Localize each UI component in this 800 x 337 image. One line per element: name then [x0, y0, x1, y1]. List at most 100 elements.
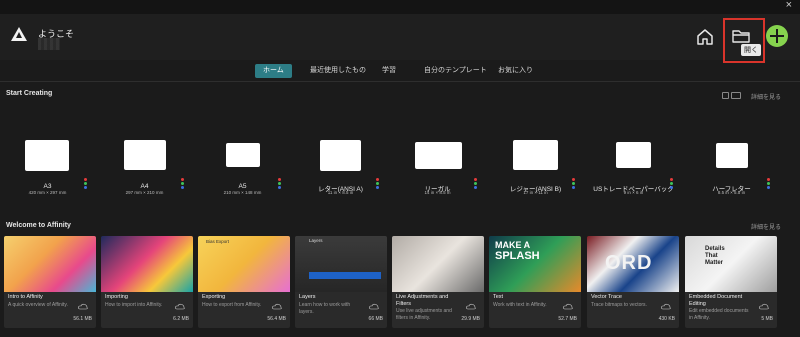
card-title: Exporting	[202, 294, 226, 300]
tutorial-card[interactable]: ORD Vector Trace Trace bitmaps to vector…	[587, 236, 679, 328]
tab-home[interactable]: ホーム	[255, 64, 292, 78]
color-dots-icon	[376, 178, 379, 190]
thumb-headline: SPLASH	[495, 250, 540, 262]
card-title: Importing	[105, 294, 128, 300]
highlight-box	[723, 18, 765, 63]
card-thumbnail: MAKE A SPLASH	[489, 236, 581, 292]
card-size: 6.2 MB	[173, 316, 189, 322]
page-thumbnail	[124, 140, 166, 170]
close-icon[interactable]: ×	[786, 0, 792, 11]
page-thumbnail	[716, 143, 748, 168]
card-title: Intro to Affinity	[8, 294, 43, 300]
preset-dims: 8.5 in × 5.5 in	[717, 190, 746, 195]
card-title: Vector Trace	[591, 294, 622, 300]
card-size: 5 MB	[761, 316, 773, 322]
preset-us-trade-paperback[interactable]: USトレードペーパーバック 9 in × 6 in	[586, 140, 681, 200]
page-thumbnail	[25, 140, 69, 171]
tutorial-card[interactable]: Importing How to import into Affinity. 6…	[101, 236, 193, 328]
preset-dims: 14 in × 8.5 in	[424, 190, 451, 195]
layer-row	[309, 272, 381, 279]
page-thumbnail	[415, 142, 462, 169]
tutorial-card[interactable]: Layers Layers Learn how to work with lay…	[295, 236, 387, 328]
page-thumbnail	[513, 140, 558, 170]
card-thumbnail: Details That Matter	[685, 236, 777, 292]
tab-learn[interactable]: 学習	[374, 64, 404, 78]
preset-dims: 11 in × 8.5 in	[327, 190, 354, 195]
card-description: How to import into Affinity.	[105, 302, 163, 308]
color-dots-icon	[767, 178, 770, 190]
thumb-caption: Matter	[705, 260, 724, 266]
tutorial-card[interactable]: Intro to Affinity A quick overview of Af…	[4, 236, 96, 328]
see-more-start[interactable]: 詳細を見る	[751, 92, 781, 101]
export-panel-label: Bias Export	[206, 239, 230, 244]
page-thumbnail	[226, 143, 260, 167]
tab-recent[interactable]: 最近使用したもの	[302, 64, 374, 78]
page-thumbnail	[320, 140, 361, 171]
page-icon[interactable]	[722, 92, 729, 99]
card-thumbnail: ORD	[587, 236, 679, 292]
card-title: Embedded Document Editing	[689, 294, 743, 307]
clipboard-icon[interactable]	[731, 92, 741, 99]
preset-legal[interactable]: リーガル 14 in × 8.5 in	[390, 140, 485, 200]
affinity-logo-icon	[11, 27, 27, 41]
preset-a5[interactable]: A5 210 mm × 148 mm	[195, 140, 290, 200]
tutorial-card[interactable]: Bias Export Exporting How to export from…	[198, 236, 290, 328]
home-icon[interactable]	[695, 27, 715, 47]
cloud-download-icon[interactable]	[563, 303, 573, 311]
color-dots-icon	[181, 178, 184, 190]
card-title: Text	[493, 294, 504, 300]
preset-letter[interactable]: レター(ANSI A) 11 in × 8.5 in	[293, 140, 388, 200]
preset-dims: 420 mm × 297 mm	[28, 190, 67, 195]
color-dots-icon	[670, 178, 673, 190]
cloud-download-icon[interactable]	[369, 303, 379, 311]
preset-a4[interactable]: A4 297 mm × 210 mm	[97, 140, 192, 200]
cloud-download-icon[interactable]	[78, 303, 88, 311]
new-document-button[interactable]	[766, 25, 788, 47]
cloud-download-icon[interactable]	[175, 303, 185, 311]
tutorial-card[interactable]: MAKE A SPLASH Text Work with text in Aff…	[489, 236, 581, 328]
cloud-download-icon[interactable]	[661, 303, 671, 311]
page-thumbnail	[616, 142, 651, 168]
preset-dims: 297 mm × 210 mm	[125, 190, 164, 195]
card-thumbnail	[101, 236, 193, 292]
preset-dims: 17 in × 11 in	[523, 190, 548, 195]
preset-ledger[interactable]: レジャー(ANSI B) 17 in × 11 in	[488, 140, 583, 200]
card-thumbnail: Bias Export	[198, 236, 290, 292]
thumb-headline: MAKE A	[495, 240, 531, 250]
card-size: 430 KB	[658, 316, 675, 322]
card-description: Trace bitmaps to vectors.	[591, 302, 647, 308]
see-more-welcome[interactable]: 詳細を見る	[751, 222, 781, 231]
preset-name: A3	[43, 183, 52, 190]
card-size: 56.1 MB	[73, 316, 92, 322]
tutorial-card[interactable]: Details That Matter Embedded Document Ed…	[685, 236, 777, 328]
cloud-download-icon[interactable]	[466, 303, 476, 311]
card-description: Use live adjustments and filters in Affi…	[396, 308, 452, 321]
tutorial-card[interactable]: Live Adjustments and Filters Use live ad…	[392, 236, 484, 328]
layers-panel-label: Layers	[309, 238, 323, 243]
color-dots-icon	[84, 178, 87, 190]
color-dots-icon	[474, 178, 477, 190]
cloud-download-icon[interactable]	[272, 303, 282, 311]
preset-dims: 9 in × 6 in	[623, 190, 644, 195]
card-thumbnail	[392, 236, 484, 292]
card-thumbnail: Layers	[295, 236, 387, 292]
card-size: 66 MB	[368, 316, 383, 322]
cloud-download-icon[interactable]	[759, 303, 769, 311]
color-dots-icon	[572, 178, 575, 190]
preset-a3[interactable]: A3 420 mm × 297 mm	[0, 140, 95, 200]
tab-my-templates[interactable]: 自分のテンプレート	[416, 64, 495, 78]
avatar[interactable]	[38, 38, 60, 50]
start-creating-title: Start Creating	[6, 90, 53, 97]
color-dots-icon	[278, 178, 281, 190]
preset-half-letter[interactable]: ハーフレター 8.5 in × 5.5 in	[684, 140, 779, 200]
tab-favorites[interactable]: お気に入り	[490, 64, 541, 78]
card-title: Live Adjustments and Filters	[396, 294, 449, 307]
welcome-section-title: Welcome to Affinity	[6, 222, 71, 229]
preset-name: A4	[140, 183, 149, 190]
thumb-caption: Details	[705, 246, 725, 252]
card-thumbnail	[4, 236, 96, 292]
title-bar: ×	[0, 0, 800, 14]
card-description: Edit embedded documents in Affinity.	[689, 308, 749, 321]
card-description: A quick overview of Affinity.	[8, 302, 68, 308]
thumb-jersey-text: ORD	[605, 252, 653, 274]
